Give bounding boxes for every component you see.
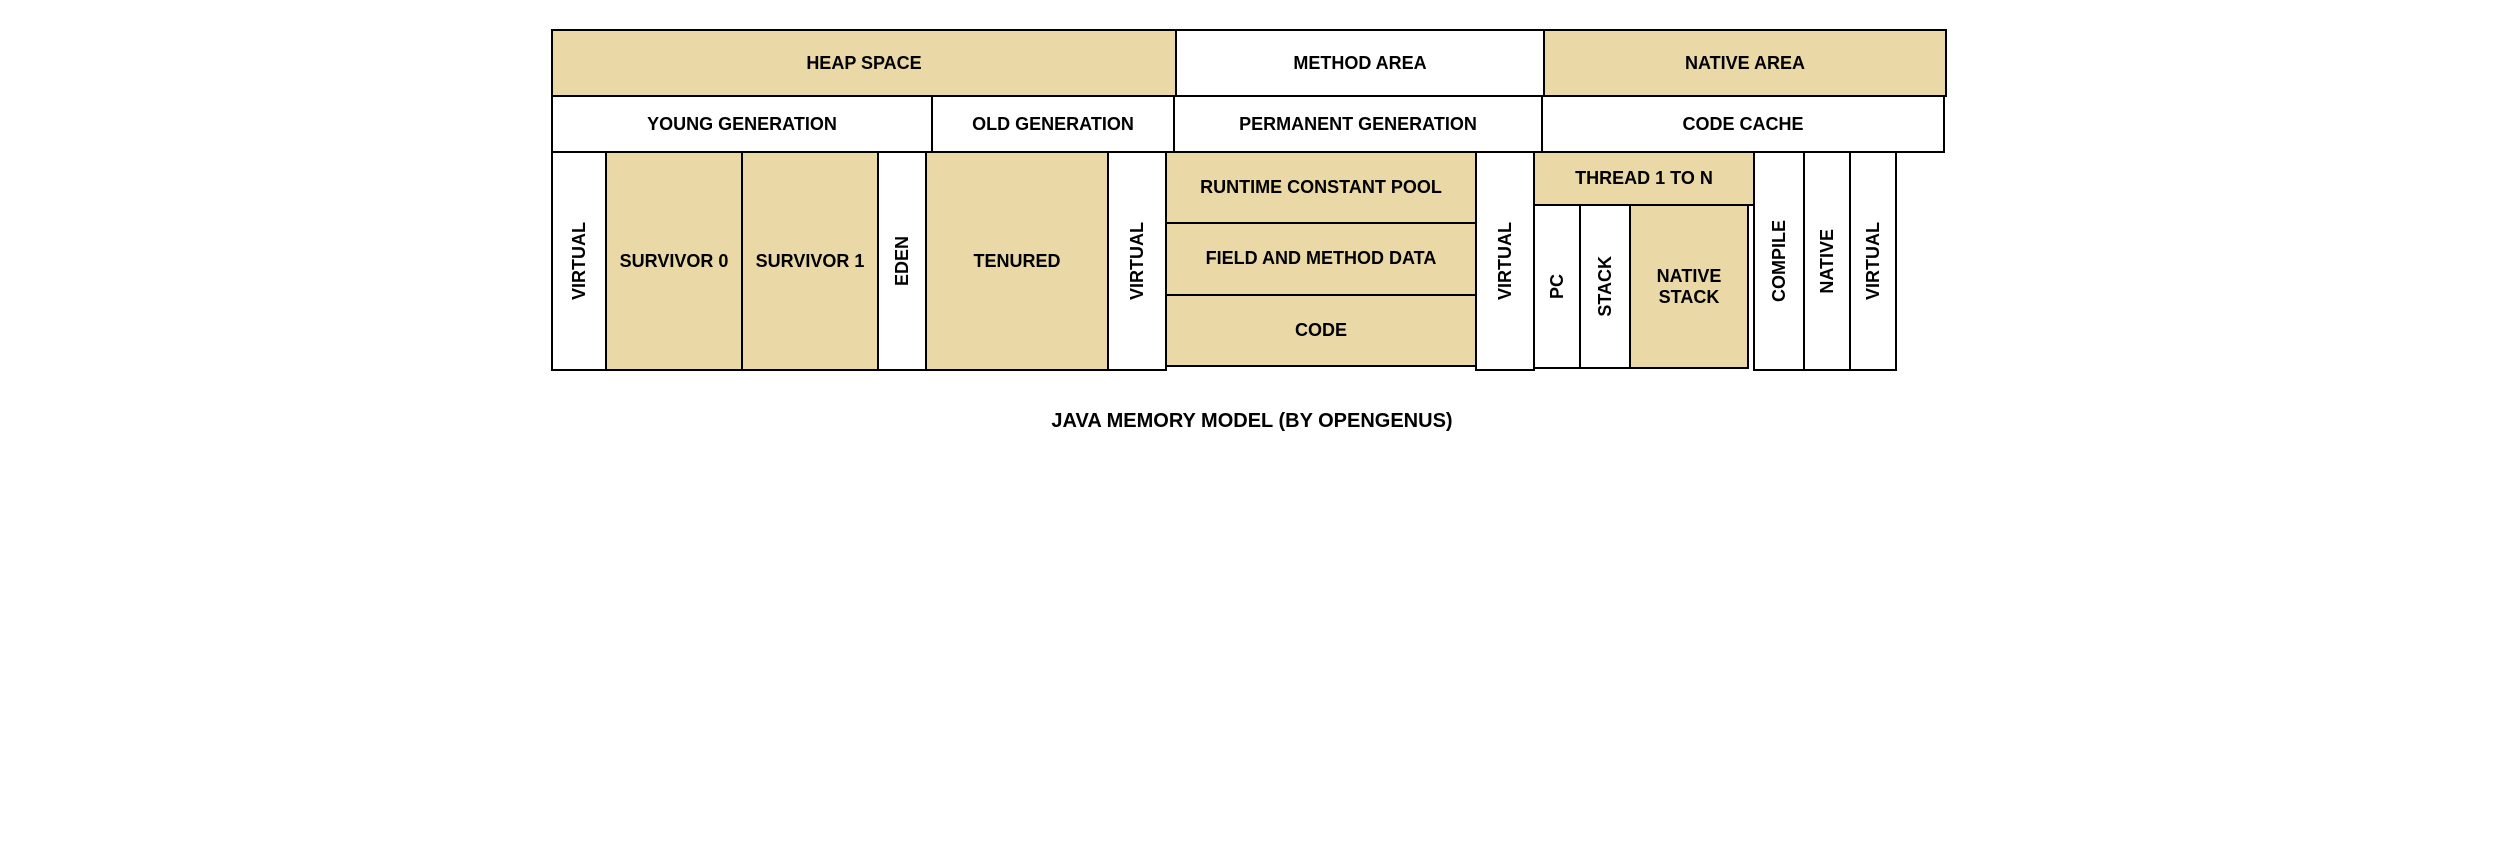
compile: COMPILE <box>1753 151 1805 371</box>
survivor-1: SURVIVOR 1 <box>741 151 879 371</box>
old-generation-header: OLD GENERATION <box>931 95 1175 153</box>
young-virtual: VIRTUAL <box>551 151 607 371</box>
old-virtual: VIRTUAL <box>1107 151 1167 371</box>
native-virtual: VIRTUAL <box>1849 151 1897 371</box>
permanent-generation-header: PERMANENT GENERATION <box>1173 95 1543 153</box>
diagram-caption: JAVA MEMORY MODEL (BY OPENGENUS) <box>552 410 1952 433</box>
stack: STACK <box>1579 204 1631 369</box>
thread-column: THREAD 1 TO N PC STACK NATIVE STACK <box>1534 152 1754 370</box>
heap-space-header: HEAP SPACE <box>551 29 1177 97</box>
top-row: HEAP SPACE METHOD AREA NATIVE AREA <box>552 30 1952 96</box>
survivor-0: SURVIVOR 0 <box>605 151 743 371</box>
pc: PC <box>1533 204 1581 369</box>
tenured: TENURED <box>925 151 1109 371</box>
code-block: CODE <box>1165 294 1477 367</box>
native-area-header: NATIVE AREA <box>1543 29 1947 97</box>
body-row: VIRTUAL SURVIVOR 0 SURVIVOR 1 EDEN TENUR… <box>552 152 1952 370</box>
eden: EDEN <box>877 151 927 371</box>
perm-gen-column: RUNTIME CONSTANT POOL FIELD AND METHOD D… <box>1166 152 1476 370</box>
thread-1-to-n: THREAD 1 TO N <box>1533 151 1755 206</box>
native: NATIVE <box>1803 151 1851 371</box>
native-stack: NATIVE STACK <box>1629 204 1749 369</box>
sub-row: YOUNG GENERATION OLD GENERATION PERMANEN… <box>552 96 1952 152</box>
young-generation-header: YOUNG GENERATION <box>551 95 933 153</box>
java-memory-model-diagram: HEAP SPACE METHOD AREA NATIVE AREA YOUNG… <box>552 30 1952 433</box>
method-virtual: VIRTUAL <box>1475 151 1535 371</box>
method-area-header: METHOD AREA <box>1175 29 1545 97</box>
runtime-constant-pool: RUNTIME CONSTANT POOL <box>1165 151 1477 224</box>
code-cache-header: CODE CACHE <box>1541 95 1945 153</box>
field-and-method-data: FIELD AND METHOD DATA <box>1165 222 1477 295</box>
